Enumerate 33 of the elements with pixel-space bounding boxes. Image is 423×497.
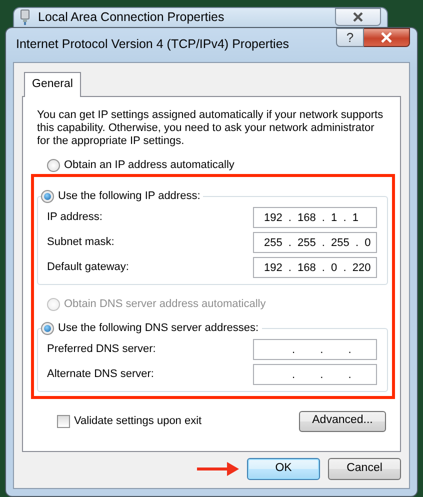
dialog-title: Internet Protocol Version 4 (TCP/IPv4) Properties <box>16 36 290 54</box>
radio-label: Use the following DNS server addresses: <box>58 322 259 334</box>
advanced-button[interactable]: Advanced... <box>299 410 386 432</box>
ip-address-field[interactable]: 255 . 255 . 255 . 0 <box>253 232 377 253</box>
close-icon <box>380 32 393 43</box>
annotation-arrow <box>197 461 239 477</box>
radio-label: Use the following IP address: <box>58 190 200 202</box>
ok-button[interactable]: OK <box>247 458 320 480</box>
ip-address-field[interactable]: 192 . 168 . 0 . 220 <box>253 257 377 278</box>
checkbox[interactable] <box>57 414 70 428</box>
ip-address-field[interactable]: . . . <box>253 364 377 385</box>
close-button[interactable] <box>335 8 381 26</box>
radio-button[interactable] <box>47 158 60 172</box>
close-icon <box>352 12 364 22</box>
field-label: IP address: <box>47 210 102 226</box>
ip-address-field[interactable]: 192 . 168 . 1 . 1 <box>253 207 377 228</box>
cancel-button[interactable]: Cancel <box>328 458 401 480</box>
help-button[interactable]: ? <box>336 28 364 47</box>
field-label: Default gateway: <box>47 260 129 276</box>
field-label: Alternate DNS server: <box>47 367 154 382</box>
window-title: Local Area Connection Properties <box>38 9 224 26</box>
radio-button[interactable] <box>41 322 54 334</box>
field-label: Subnet mask: <box>47 235 114 250</box>
network-adapter-icon <box>20 9 30 26</box>
field-label: Preferred DNS server: <box>47 342 156 358</box>
close-button[interactable] <box>364 28 410 47</box>
radio-label: Obtain an IP address automatically <box>64 158 234 173</box>
ip-address-field[interactable]: . . . <box>253 339 377 360</box>
tab[interactable]: General <box>24 72 81 97</box>
checkbox-label: Validate settings upon exit <box>74 414 202 429</box>
radio-label: Obtain DNS server address automatically <box>64 296 266 312</box>
description-text: You can get IP settings assigned automatically if your network supports this capability. Otherwise, you need to ask your network administrator for the appropriate IP settings. <box>37 109 384 148</box>
radio-button[interactable] <box>41 190 54 202</box>
